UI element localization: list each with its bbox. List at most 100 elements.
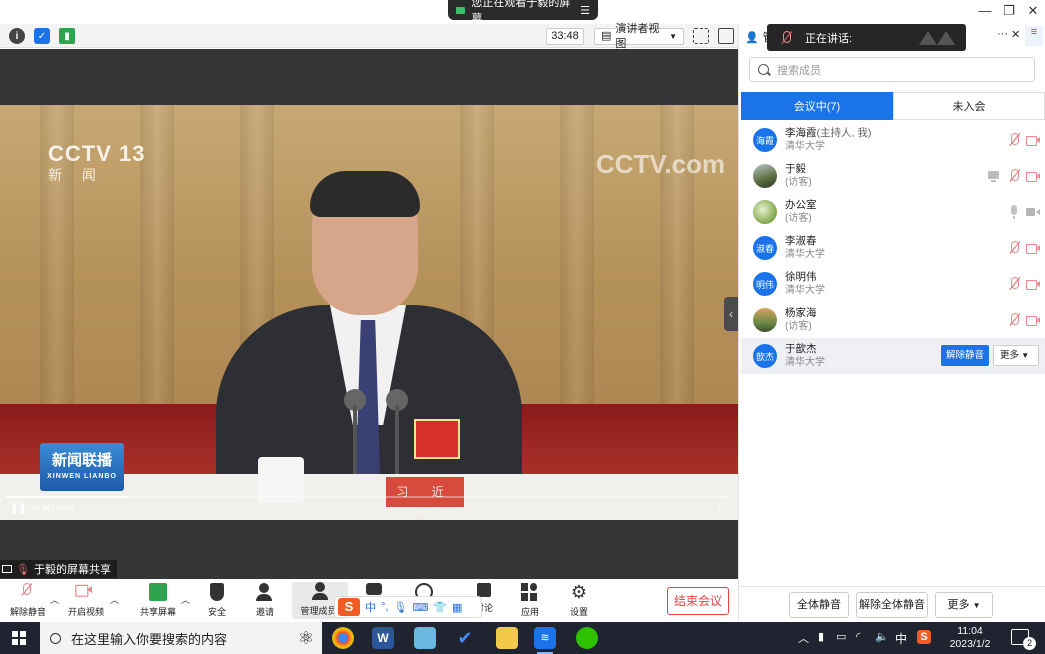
mic-muted-icon[interactable] xyxy=(1007,169,1021,183)
wifi-icon[interactable]: ◜ xyxy=(856,630,860,643)
view-mode-select[interactable]: ▤ 演讲者视图 ▼ xyxy=(594,23,684,50)
unmute-label: 解除静音 xyxy=(9,607,46,617)
skin-icon[interactable]: 👕 xyxy=(433,601,447,614)
member-row[interactable]: 于毅 (访客) xyxy=(741,158,1045,194)
member-info: 于歆杰 清华大学 xyxy=(785,343,825,369)
cortana-icon[interactable]: ⚛ xyxy=(298,628,314,649)
member-name: 徐明伟 xyxy=(785,271,817,283)
viewing-screen-banner[interactable]: 您正在观看于毅的屏幕 ☰ xyxy=(448,0,598,25)
tencent-meeting-icon[interactable]: ≋ xyxy=(534,627,556,654)
toolbox-icon[interactable]: ▦ xyxy=(452,601,462,614)
collapse-panel-icon[interactable]: ‹ xyxy=(724,297,738,331)
search-icon xyxy=(50,632,61,644)
member-search-input[interactable]: 搜索成员 xyxy=(749,57,1035,82)
program-logo: 新闻联播 XINWEN LIANBO xyxy=(40,443,124,491)
chevron-up-icon[interactable]: ︿ xyxy=(110,593,119,606)
start-video-button[interactable]: 开启视频 xyxy=(58,583,114,618)
mic-muted-icon[interactable] xyxy=(1007,241,1021,255)
camera-off-icon[interactable] xyxy=(1026,241,1040,255)
member-row[interactable]: 明伟 徐明伟 清华大学 xyxy=(741,266,1045,302)
taskbar-clock[interactable]: 11:04 2023/1/2 xyxy=(944,625,996,651)
volume-muted-icon[interactable]: 🔈 xyxy=(875,630,889,643)
signal-icon[interactable]: ▮ xyxy=(59,28,75,44)
camera-off-icon[interactable] xyxy=(1026,277,1040,291)
apps-button[interactable]: 应用 xyxy=(502,583,558,618)
close-icon[interactable]: ✕ xyxy=(1022,2,1044,20)
fullscreen-icon[interactable] xyxy=(693,28,709,44)
panel-menu-icon[interactable]: ≡ xyxy=(1025,26,1043,46)
camera-off-icon[interactable] xyxy=(1026,133,1040,147)
footer-more-button[interactable]: 更多 ▼ xyxy=(935,592,993,618)
video-fullscreen-icon[interactable]: ⛶ xyxy=(719,503,726,514)
banner-menu-icon[interactable]: ☰ xyxy=(580,4,590,17)
invite-button[interactable]: 邀请 xyxy=(237,583,293,618)
mic-muted-icon[interactable] xyxy=(1007,133,1021,147)
video-controls: ❚❚ 02:34 / 14:59 xyxy=(10,503,74,514)
notification-icon[interactable]: 2 xyxy=(1011,629,1036,650)
input-lang-indicator[interactable]: 中 xyxy=(895,630,907,647)
meeting-info-bar: i ✓ ▮ 33:48 ▤ 演讲者视图 ▼ xyxy=(0,23,738,50)
member-row[interactable]: 歆杰 于歆杰 清华大学 解除静音 更多 ▼ xyxy=(741,338,1045,374)
camera-icon[interactable] xyxy=(1026,205,1040,219)
sogou-tray-icon[interactable]: S xyxy=(917,630,931,644)
wechat-icon[interactable] xyxy=(576,627,598,649)
camera-off-icon[interactable] xyxy=(1026,169,1040,183)
member-row[interactable]: 海霞 李海霞(主持人, 我) 清华大学 xyxy=(741,122,1045,158)
apps-label: 应用 xyxy=(520,607,539,617)
member-name: 于歆杰 xyxy=(785,343,817,355)
ime-toolbar[interactable]: S 中 °, 🎙 ⌨ 👕 ▦ xyxy=(334,596,482,618)
tray-mic-icon[interactable]: ▮ xyxy=(818,630,824,643)
taskbar-search-input[interactable]: 在这里输入你要搜索的内容 ⚛ xyxy=(40,622,322,654)
end-meeting-button[interactable]: 结束会议 xyxy=(667,587,729,615)
unmute-button[interactable]: 解除静音 xyxy=(0,583,56,618)
member-name-line: 于歆杰 xyxy=(785,343,825,356)
member-name-line: 李海霞(主持人, 我) xyxy=(785,127,871,140)
ime-lang[interactable]: 中 xyxy=(365,599,376,615)
minimize-icon[interactable]: — xyxy=(974,2,996,20)
file-explorer-icon[interactable] xyxy=(496,627,518,649)
member-unmute-button[interactable]: 解除静音 xyxy=(941,345,989,366)
member-name-line: 于毅 xyxy=(785,163,812,176)
share-screen-icon xyxy=(149,583,167,601)
member-row[interactable]: 淑春 李淑春 清华大学 xyxy=(741,230,1045,266)
avatar xyxy=(753,308,777,332)
panel-toggle-icon[interactable] xyxy=(718,28,734,44)
mute-all-button[interactable]: 全体静音 xyxy=(789,592,849,618)
camera-off-icon[interactable] xyxy=(1026,313,1040,327)
close-panel-icon[interactable]: ✕ xyxy=(1011,28,1020,41)
share-screen-button[interactable]: 共享屏幕 xyxy=(130,583,186,618)
voice-icon[interactable]: 🎙 xyxy=(393,601,407,614)
pause-icon[interactable]: ❚❚ xyxy=(10,503,27,514)
windows-start-icon[interactable] xyxy=(12,631,26,645)
tab-not-joined[interactable]: 未入会 xyxy=(893,92,1045,120)
microphone-icon[interactable] xyxy=(1007,205,1021,219)
member-org: 清华大学 xyxy=(785,249,825,260)
member-row[interactable]: 办公室 (访客) xyxy=(741,194,1045,230)
todo-icon[interactable]: ✔ xyxy=(454,627,476,649)
tray-expand-icon[interactable]: ︿ xyxy=(798,630,809,646)
apps-icon xyxy=(521,583,539,601)
member-row[interactable]: 杨家海 (访客) xyxy=(741,302,1045,338)
gear-icon: ⚙ xyxy=(570,582,588,602)
shared-video[interactable]: CCTV 13 新 闻 CCTV.com 习 近 平 新闻联播 XINWEN L… xyxy=(0,105,738,520)
shield-icon[interactable]: ✓ xyxy=(34,28,50,44)
video-progress-bar[interactable] xyxy=(6,496,732,498)
info-icon[interactable]: i xyxy=(9,28,25,44)
punctuation-icon[interactable]: °, xyxy=(381,601,388,613)
battery-icon[interactable]: ▭ xyxy=(836,630,846,643)
windows-taskbar: 在这里输入你要搜索的内容 ⚛ W ✔ ≋ ︿ ▮ ▭ ◜ 🔈 中 S 11:04… xyxy=(0,622,1045,654)
restore-icon[interactable]: ❐ xyxy=(998,2,1020,20)
share-screen-label: 共享屏幕 xyxy=(139,607,176,617)
word-icon[interactable]: W xyxy=(372,627,394,649)
settings-button[interactable]: ⚙ 设置 xyxy=(551,583,607,618)
mic-muted-icon[interactable] xyxy=(1007,313,1021,327)
more-options-icon[interactable]: ··· xyxy=(997,28,1008,40)
tab-in-meeting[interactable]: 会议中(7) xyxy=(741,92,893,120)
speaking-label: 正在讲话: xyxy=(805,32,853,45)
keyboard-icon[interactable]: ⌨ xyxy=(412,601,428,614)
member-more-button[interactable]: 更多 ▼ xyxy=(993,345,1039,366)
notes-app-icon[interactable] xyxy=(414,627,436,649)
unmute-all-button[interactable]: 解除全体静音 xyxy=(856,592,928,618)
mic-muted-icon[interactable] xyxy=(1007,277,1021,291)
chrome-icon[interactable] xyxy=(332,627,354,649)
